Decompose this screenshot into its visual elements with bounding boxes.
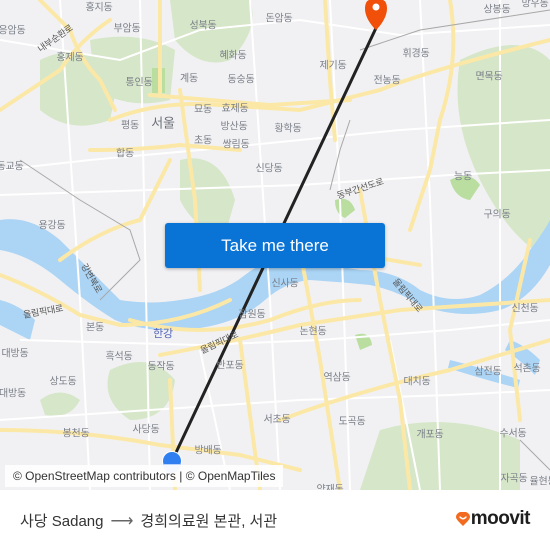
- map-label: 반포동: [216, 360, 244, 372]
- map-label: 동교동: [0, 161, 24, 173]
- map-label: 제기동: [319, 60, 347, 72]
- map-attribution[interactable]: © OpenStreetMap contributors | © OpenMap…: [5, 465, 284, 487]
- map-label: 석촌동: [513, 363, 541, 375]
- map-label: 효제동: [221, 103, 249, 115]
- map-label: 응암동: [0, 25, 26, 37]
- map-label: 휘경동: [402, 48, 430, 60]
- map-label: 계동: [180, 73, 198, 85]
- map-label: 상봉동: [483, 4, 511, 16]
- map-label: 초동: [194, 135, 212, 147]
- take-me-there-button[interactable]: Take me there: [165, 223, 385, 268]
- map-label: 능동: [454, 171, 472, 183]
- map-label: 홍지동: [85, 2, 113, 14]
- map-label: 대방동: [1, 348, 29, 360]
- map-label: 방산동: [220, 121, 248, 133]
- map-label: 자곡동: [500, 473, 528, 485]
- map-label: 용강동: [38, 220, 66, 232]
- map-label: 쌍림동: [222, 139, 250, 151]
- map-label: 사당동: [132, 424, 160, 436]
- moovit-logo[interactable]: moovit: [455, 508, 531, 530]
- river-label: 한강: [153, 327, 173, 340]
- map-label: 흑석동: [105, 351, 133, 363]
- map-label: 개포동: [416, 429, 444, 441]
- map-label: 면목동: [475, 71, 503, 83]
- brand-name: moovit: [470, 508, 531, 529]
- destination-pin-icon[interactable]: [365, 0, 387, 30]
- map-label: 율현동: [529, 476, 550, 488]
- attribution-text[interactable]: © OpenStreetMap contributors | © OpenMap…: [13, 469, 275, 483]
- map-label: 동작동: [147, 361, 175, 373]
- arrow-right-icon: ⟶: [110, 512, 134, 530]
- map-label: 신사동: [271, 278, 299, 290]
- map-label: 잠원동: [238, 309, 266, 321]
- map-label: 부암동: [113, 23, 141, 35]
- map-label: 망우동: [521, 0, 549, 10]
- route-summary: 사당 Sadang ⟶ 경희의료원 본관, 서관: [20, 510, 277, 531]
- map-label: 서초동: [263, 414, 291, 426]
- map-label: 구의동: [483, 209, 511, 221]
- map-label: 삼전동: [474, 366, 502, 378]
- map-label: 상도동: [49, 376, 77, 388]
- map-label: 혜화동: [219, 50, 247, 62]
- map-label: 대치동: [403, 376, 431, 388]
- map-label: 전농동: [373, 75, 401, 87]
- map-label: 신당동: [255, 163, 283, 175]
- map-label: 논현동: [299, 326, 327, 338]
- map-label: 성북동: [189, 20, 217, 32]
- map-label: 돈암동: [265, 13, 293, 25]
- map-label: 묘동: [194, 104, 212, 116]
- city-label: 서울: [151, 116, 175, 132]
- map-label: 동숭동: [227, 74, 255, 86]
- destination-name: 경희의료원 본관, 서관: [140, 513, 278, 530]
- map-label: 신천동: [511, 303, 539, 315]
- map-label: 양재동: [316, 484, 344, 491]
- map-label: 방배동: [194, 445, 222, 457]
- map-view[interactable]: 홍지동 부암동 성북동 돈암동 상봉동 망우동 응암동 내부순환로 홍제동 혜화…: [0, 0, 550, 490]
- map-label: 도곡동: [338, 416, 366, 428]
- map-label: 황학동: [274, 123, 302, 135]
- map-label: 본동: [86, 322, 104, 334]
- origin-name: 사당 Sadang: [20, 513, 104, 530]
- map-label: 수서동: [499, 428, 527, 440]
- moovit-pin-icon: [455, 512, 470, 526]
- map-label: 봉천동: [62, 428, 90, 440]
- map-label: 통인동: [125, 77, 153, 89]
- map-label: 역삼동: [323, 372, 351, 384]
- map-label: 합동: [116, 148, 134, 160]
- map-label: 신대방동: [0, 388, 26, 400]
- map-label: 홍제동: [56, 52, 84, 64]
- map-label: 평동: [121, 120, 139, 132]
